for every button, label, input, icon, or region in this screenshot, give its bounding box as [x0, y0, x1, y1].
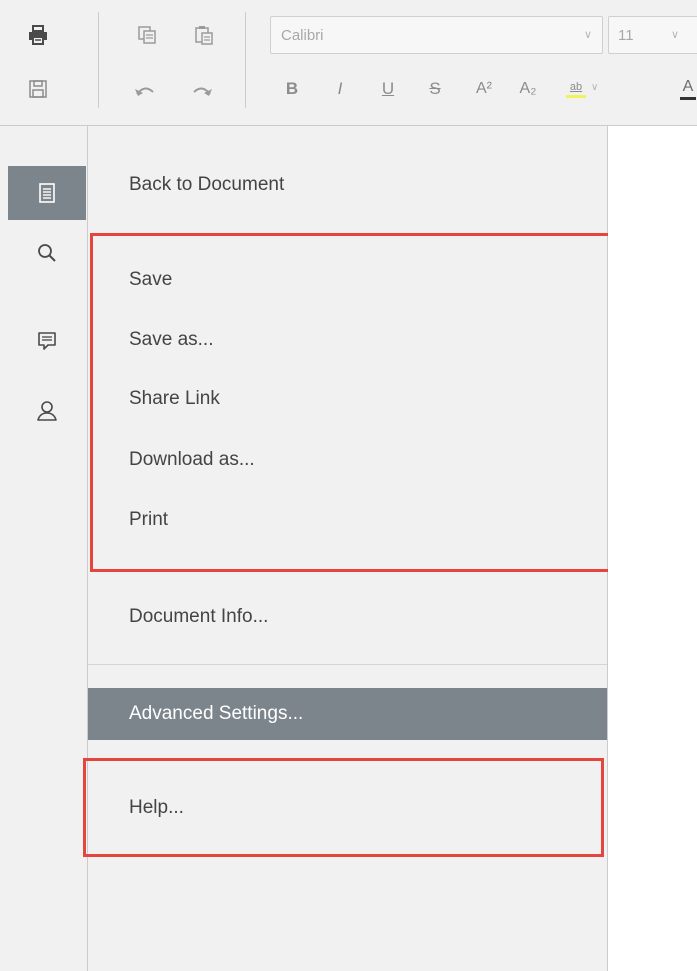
comment-icon[interactable]: [8, 314, 86, 368]
highlight-box-help: [83, 758, 604, 857]
file-icon[interactable]: [8, 166, 86, 220]
font-name-select[interactable]: Calibri ∨: [270, 16, 603, 54]
font-name-value: Calibri: [281, 27, 324, 44]
highlight-icon[interactable]: ab: [563, 75, 589, 103]
printer-icon[interactable]: [24, 21, 52, 49]
highlight-color-bar: [566, 94, 586, 98]
underline-icon[interactable]: U: [378, 75, 398, 103]
italic-icon[interactable]: I: [330, 75, 350, 103]
font-size-value: 11: [618, 27, 634, 44]
menu-divider: [88, 664, 607, 665]
superscript-icon[interactable]: A²: [471, 75, 497, 103]
document-canvas[interactable]: [608, 126, 697, 971]
chevron-down-icon: ∨: [583, 29, 592, 41]
subscript-icon[interactable]: A₂: [515, 75, 541, 103]
paste-icon[interactable]: [190, 21, 218, 49]
redo-icon[interactable]: [188, 77, 216, 105]
chevron-down-icon: ∨: [671, 29, 680, 41]
left-sidebar: [0, 126, 88, 971]
save-icon[interactable]: [24, 75, 52, 103]
strikethrough-icon[interactable]: S: [425, 75, 445, 103]
font-color-icon[interactable]: A: [679, 75, 697, 103]
menu-item-advanced-settings[interactable]: Advanced Settings...: [88, 688, 607, 740]
font-color-bar: [680, 96, 696, 100]
toolbar-separator: [245, 12, 246, 108]
chevron-down-icon[interactable]: ∨: [591, 82, 598, 93]
toolbar-separator: [98, 12, 99, 108]
bold-icon[interactable]: B: [282, 75, 302, 103]
highlight-label: ab: [569, 80, 583, 93]
menu-item-back-to-document[interactable]: Back to Document: [88, 161, 607, 209]
font-size-select[interactable]: 11 ∨: [608, 16, 697, 54]
search-icon[interactable]: [8, 226, 86, 280]
toolbar: Calibri ∨ 11 ∨ B I U S A² A₂ ab ∨ A: [0, 0, 697, 126]
highlight-box-file-actions: [90, 233, 611, 572]
font-color-label: A: [682, 77, 694, 95]
undo-icon[interactable]: [131, 77, 159, 105]
copy-icon[interactable]: [133, 21, 161, 49]
menu-item-document-info[interactable]: Document Info...: [88, 593, 607, 641]
user-icon[interactable]: [8, 384, 86, 438]
